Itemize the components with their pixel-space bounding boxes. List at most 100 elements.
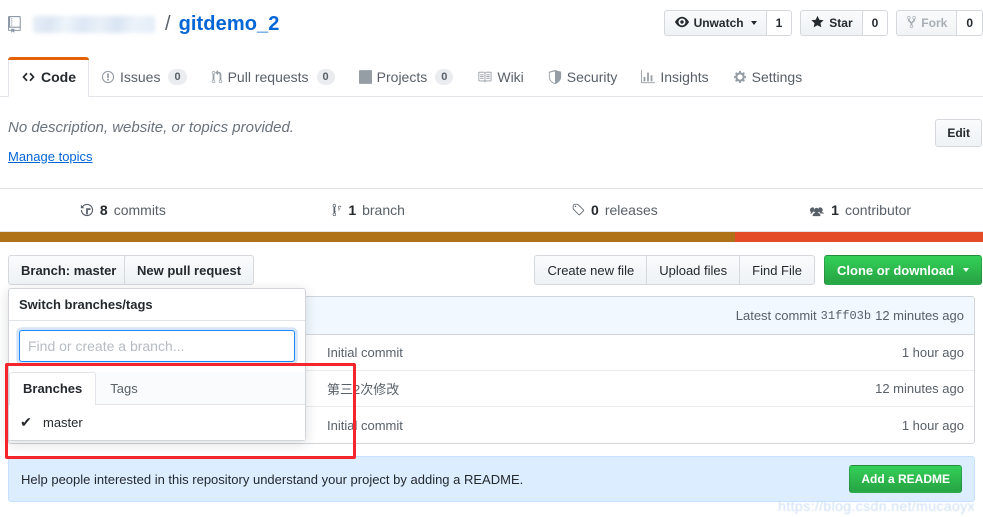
- clone-or-download-label: Clone or download: [837, 262, 954, 278]
- shield-icon: [548, 70, 562, 84]
- star-icon: [810, 15, 825, 32]
- tab-pull-requests[interactable]: Pull requests 0: [199, 57, 347, 97]
- tab-insights[interactable]: Insights: [629, 57, 720, 97]
- project-board-icon: [358, 70, 372, 84]
- file-commit-message[interactable]: 第三2次修改: [319, 379, 834, 398]
- repo-book-icon: [8, 15, 25, 33]
- branch-select-label: Branch: master: [21, 262, 117, 278]
- stat-contributors-value: 1: [831, 202, 839, 218]
- fork-label: Fork: [921, 16, 948, 30]
- stat-branches-label: branch: [362, 202, 405, 218]
- check-icon: ✔: [20, 414, 32, 430]
- latest-commit-sha[interactable]: 31ff03b: [817, 309, 875, 323]
- people-icon: [809, 203, 825, 217]
- tab-wiki-label: Wiki: [497, 69, 524, 85]
- branch-item-label: master: [43, 415, 83, 430]
- repo-owner-redacted[interactable]: [33, 15, 155, 33]
- eye-icon: [674, 15, 690, 32]
- tab-pull-requests-label: Pull requests: [227, 69, 309, 85]
- file-commit-age: 12 minutes ago: [875, 381, 964, 396]
- code-icon: [21, 70, 36, 84]
- tab-wiki[interactable]: Wiki: [465, 57, 535, 97]
- find-file-button[interactable]: Find File: [739, 255, 815, 285]
- tag-icon: [571, 203, 585, 217]
- clone-or-download-button[interactable]: Clone or download: [824, 255, 982, 285]
- tab-issues-count: 0: [168, 69, 187, 85]
- unwatch-label: Unwatch: [693, 16, 744, 30]
- manage-topics-link[interactable]: Manage topics: [8, 149, 93, 164]
- fork-button-group: Fork 0: [896, 10, 983, 36]
- language-bar: [0, 232, 983, 242]
- star-button-group: Star 0: [800, 10, 889, 36]
- tab-branches[interactable]: Branches: [9, 372, 97, 405]
- branch-dropdown-title: Switch branches/tags: [9, 289, 305, 321]
- tab-code-label: Code: [41, 69, 76, 85]
- star-button[interactable]: Star: [800, 10, 862, 36]
- latest-commit-age: 12 minutes ago: [875, 308, 964, 323]
- tab-settings[interactable]: Settings: [721, 57, 815, 97]
- add-readme-button[interactable]: Add a README: [849, 465, 962, 493]
- chevron-down-icon: [750, 21, 757, 25]
- repo-breadcrumb: / gitdemo_2: [8, 10, 279, 38]
- tab-security[interactable]: Security: [536, 57, 630, 97]
- repo-description: No description, website, or topics provi…: [8, 119, 294, 136]
- tab-issues-label: Issues: [120, 69, 161, 85]
- tab-pull-requests-count: 0: [316, 69, 335, 85]
- repo-toolbar-right: Create new file Upload files Find File C…: [534, 255, 982, 285]
- branch-search-input[interactable]: [19, 330, 295, 362]
- file-commit-age: 1 hour ago: [901, 345, 964, 360]
- breadcrumb-separator: /: [165, 13, 171, 35]
- stat-releases-label: releases: [604, 202, 658, 218]
- tab-projects-label: Projects: [376, 69, 428, 85]
- new-pull-request-button[interactable]: New pull request: [124, 255, 255, 285]
- branch-search-wrap: [9, 321, 305, 372]
- fork-button[interactable]: Fork: [896, 10, 957, 36]
- language-segment-1: [0, 232, 736, 242]
- stat-commits-label: commits: [113, 202, 166, 218]
- unwatch-button[interactable]: Unwatch: [663, 10, 766, 36]
- add-readme-text: Help people interested in this repositor…: [21, 471, 524, 487]
- repo-about: No description, website, or topics provi…: [8, 118, 908, 164]
- stat-contributors[interactable]: 1 contributor: [737, 202, 983, 218]
- tab-settings-label: Settings: [751, 69, 803, 85]
- tab-security-label: Security: [566, 69, 618, 85]
- graph-icon: [641, 70, 656, 84]
- file-actions-group: Create new file Upload files Find File: [534, 255, 815, 285]
- repo-header: / gitdemo_2 Unwatch 1 Star 0 Fork 0: [0, 0, 983, 56]
- branch-dropdown-tabs: Branches Tags: [9, 372, 305, 405]
- file-commit-message[interactable]: Initial commit: [319, 345, 834, 360]
- github-repo-page: / gitdemo_2 Unwatch 1 Star 0 Fork 0 Code…: [0, 0, 983, 517]
- watermark: https://blog.csdn.net/mucaoyx: [778, 498, 975, 514]
- stat-releases[interactable]: 0 releases: [492, 202, 738, 218]
- stat-commits-value: 8: [99, 202, 108, 218]
- stat-branches-value: 1: [348, 202, 357, 218]
- tab-issues[interactable]: Issues 0: [89, 57, 199, 97]
- add-readme-banner: Help people interested in this repositor…: [8, 456, 975, 502]
- upload-files-button[interactable]: Upload files: [646, 255, 740, 285]
- create-new-file-button[interactable]: Create new file: [534, 255, 647, 285]
- repo-stats-bar: 8 commits 1 branch 0 releases 1 contribu…: [0, 188, 983, 232]
- tab-code[interactable]: Code: [8, 57, 89, 97]
- repo-action-buttons: Unwatch 1 Star 0 Fork 0: [663, 10, 983, 36]
- git-pull-request-icon: [211, 70, 223, 84]
- edit-button[interactable]: Edit: [935, 119, 982, 147]
- issue-opened-icon: [101, 70, 115, 84]
- branch-item-master[interactable]: ✔ master: [9, 405, 305, 440]
- stat-commits[interactable]: 8 commits: [0, 202, 246, 218]
- stat-branches[interactable]: 1 branch: [246, 202, 492, 218]
- branch-dropdown-panel: Switch branches/tags Branches Tags ✔ mas…: [8, 288, 306, 441]
- repo-toolbar: Branch: master New pull request Create n…: [0, 252, 983, 290]
- fork-count[interactable]: 0: [956, 10, 983, 36]
- tab-insights-label: Insights: [660, 69, 709, 85]
- tab-projects[interactable]: Projects 0: [347, 57, 466, 97]
- watch-count[interactable]: 1: [765, 10, 793, 36]
- repo-nav-list: Code Issues 0 Pull requests 0 Projects 0…: [0, 57, 983, 97]
- repo-nav: Code Issues 0 Pull requests 0 Projects 0…: [0, 57, 983, 97]
- star-count[interactable]: 0: [861, 10, 889, 36]
- stat-releases-value: 0: [591, 202, 599, 218]
- fork-icon: [906, 15, 917, 32]
- tab-tags[interactable]: Tags: [96, 372, 151, 404]
- stat-contributors-label: contributor: [844, 202, 912, 218]
- repo-name-link[interactable]: gitdemo_2: [179, 10, 280, 38]
- file-commit-message[interactable]: Initial commit: [319, 418, 834, 433]
